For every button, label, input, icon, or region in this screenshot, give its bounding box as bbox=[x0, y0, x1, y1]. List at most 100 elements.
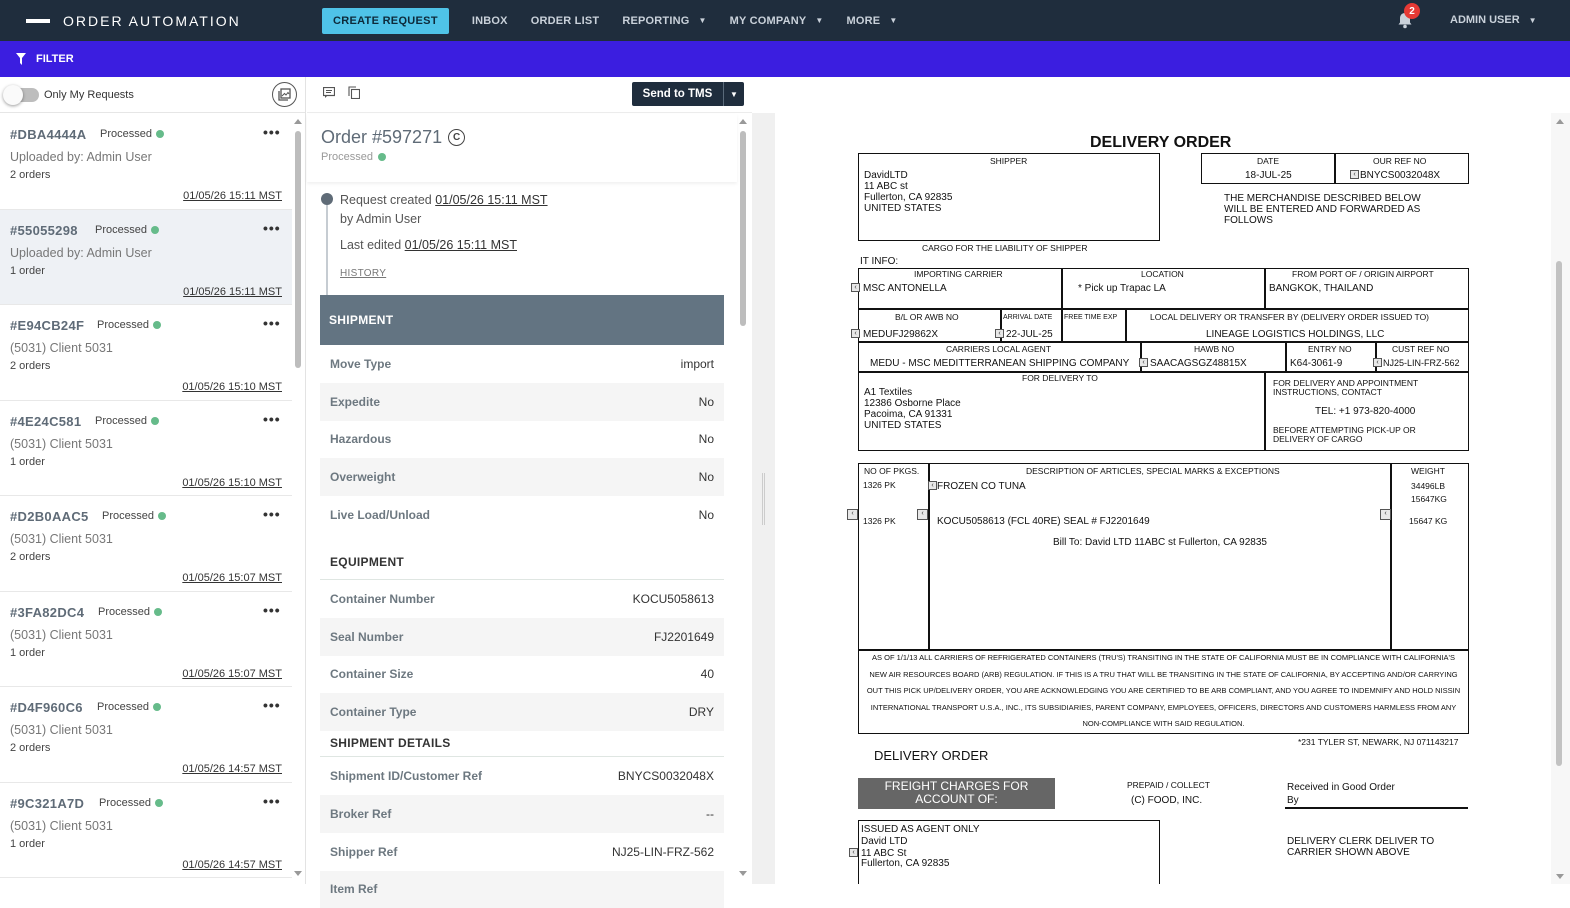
nav-my-company[interactable]: MY COMPANY ▼ bbox=[730, 15, 824, 27]
panel-splitter[interactable] bbox=[752, 113, 775, 884]
field-row[interactable]: Broker Ref -- bbox=[320, 794, 724, 833]
chevron-down-icon: ▼ bbox=[1528, 15, 1537, 25]
drag-handle-icon[interactable] bbox=[762, 473, 765, 525]
only-my-requests-toggle[interactable] bbox=[3, 84, 39, 105]
menu-icon[interactable] bbox=[26, 18, 50, 23]
scroll-down-icon[interactable] bbox=[294, 871, 302, 876]
more-options-icon[interactable]: ••• bbox=[263, 793, 281, 809]
filter-bar[interactable]: FILTER bbox=[0, 41, 1570, 77]
request-list-scrollbar[interactable] bbox=[294, 117, 302, 879]
timeline-line bbox=[326, 205, 328, 295]
request-date[interactable]: 01/05/26 15:10 MST bbox=[182, 477, 282, 489]
field-marker-icon[interactable]: ‹ bbox=[1139, 358, 1148, 367]
user-menu[interactable]: ADMIN USER ▼ bbox=[1450, 14, 1537, 26]
more-options-icon[interactable]: ••• bbox=[263, 124, 281, 140]
request-item[interactable]: #4E24C581 Processed ••• (5031) Client 50… bbox=[0, 401, 292, 496]
request-date[interactable]: 01/05/26 14:57 MST bbox=[182, 763, 282, 775]
field-row[interactable]: Live Load/Unload No bbox=[320, 496, 724, 534]
send-to-tms-button[interactable]: Send to TMS ▼ bbox=[632, 82, 744, 106]
gallery-view-button[interactable] bbox=[272, 82, 297, 107]
field-marker-icon[interactable]: ‹ bbox=[1380, 509, 1391, 520]
copy-icon[interactable] bbox=[348, 86, 360, 99]
request-item[interactable]: #3FA82DC4 Processed ••• (5031) Client 50… bbox=[0, 592, 292, 687]
request-status: Processed bbox=[102, 510, 166, 522]
request-item[interactable]: #E94CB24F Processed ••• (5031) Client 50… bbox=[0, 305, 292, 401]
request-date[interactable]: 01/05/26 15:11 MST bbox=[183, 286, 282, 298]
more-options-icon[interactable]: ••• bbox=[263, 315, 281, 331]
request-date[interactable]: 01/05/26 15:07 MST bbox=[182, 572, 282, 584]
field-marker-icon[interactable]: ‹ bbox=[847, 509, 858, 520]
request-item[interactable]: #D2B0AAC5 Processed ••• (5031) Client 50… bbox=[0, 496, 292, 592]
scrollbar-thumb[interactable] bbox=[295, 131, 301, 368]
divider bbox=[1061, 268, 1063, 308]
message-icon[interactable] bbox=[323, 87, 335, 98]
field-marker-icon[interactable]: ‹ bbox=[1350, 170, 1359, 179]
request-date[interactable]: 01/05/26 15:11 MST bbox=[183, 190, 282, 202]
field-marker-icon[interactable]: ‹ bbox=[928, 481, 937, 490]
field-marker-icon[interactable]: ‹ bbox=[849, 848, 858, 857]
order-status: Processed bbox=[321, 151, 386, 163]
more-options-icon[interactable]: ••• bbox=[263, 697, 281, 713]
request-status: Processed bbox=[97, 319, 161, 331]
copyright-icon[interactable]: C bbox=[448, 129, 466, 146]
field-marker-icon[interactable]: ‹ bbox=[1373, 358, 1382, 367]
field-row[interactable]: Move Type import bbox=[320, 345, 724, 383]
field-row[interactable]: Container Type DRY bbox=[320, 693, 724, 732]
document-viewer[interactable]: DELIVERY ORDER SHIPPER DavidLTD 11 ABC s… bbox=[775, 113, 1551, 884]
request-date[interactable]: 01/05/26 14:57 MST bbox=[182, 859, 282, 871]
request-item[interactable]: #D4F960C6 Processed ••• (5031) Client 50… bbox=[0, 687, 292, 783]
field-row[interactable]: Expedite No bbox=[320, 382, 724, 421]
nav-more-label: MORE bbox=[846, 14, 881, 27]
desc-line: FROZEN CO TUNA bbox=[937, 481, 1026, 492]
nav-inbox[interactable]: INBOX bbox=[472, 15, 508, 27]
request-date[interactable]: 01/05/26 15:07 MST bbox=[182, 668, 282, 680]
prepaid-label: PREPAID / COLLECT bbox=[1127, 780, 1210, 790]
request-item[interactable]: #9C321A7D Processed ••• (5031) Client 50… bbox=[0, 783, 292, 878]
more-options-icon[interactable]: ••• bbox=[263, 506, 281, 522]
request-item[interactable]: #DBA4444A Processed ••• Uploaded by: Adm… bbox=[0, 114, 292, 210]
field-row[interactable]: Container Size 40 bbox=[320, 656, 724, 694]
field-marker-icon[interactable]: ‹ bbox=[917, 509, 928, 520]
field-row[interactable]: Shipper Ref NJ25-LIN-FRZ-562 bbox=[320, 833, 724, 871]
field-marker-icon[interactable]: ‹ bbox=[995, 329, 1004, 338]
document-scrollbar[interactable] bbox=[1551, 113, 1570, 884]
scroll-up-icon[interactable] bbox=[739, 119, 747, 124]
by-text: By bbox=[1287, 795, 1299, 806]
nav-order-list[interactable]: ORDER LIST bbox=[531, 15, 600, 27]
scroll-down-icon[interactable] bbox=[739, 871, 747, 876]
history-link[interactable]: HISTORY bbox=[340, 268, 386, 279]
more-options-icon[interactable]: ••• bbox=[263, 220, 281, 236]
chevron-down-icon[interactable]: ▼ bbox=[724, 90, 744, 99]
edited-date-link[interactable]: 01/05/26 15:11 MST bbox=[405, 238, 517, 252]
field-marker-icon[interactable]: ‹ bbox=[851, 329, 860, 338]
field-row[interactable]: Item Ref bbox=[320, 870, 724, 908]
more-options-icon[interactable]: ••• bbox=[263, 411, 281, 427]
more-options-icon[interactable]: ••• bbox=[263, 602, 281, 618]
created-date-link[interactable]: 01/05/26 15:11 MST bbox=[435, 193, 547, 207]
divider bbox=[858, 341, 1469, 343]
request-order-count: 2 orders bbox=[10, 169, 51, 181]
create-request-button[interactable]: CREATE REQUEST bbox=[322, 7, 449, 34]
scroll-up-icon[interactable] bbox=[294, 119, 302, 124]
scrollbar-thumb[interactable] bbox=[740, 131, 746, 326]
brand[interactable]: ORDER AUTOMATION bbox=[26, 13, 316, 29]
field-row[interactable]: Overweight No bbox=[320, 458, 724, 497]
request-date[interactable]: 01/05/26 15:10 MST bbox=[182, 381, 282, 393]
notification-badge[interactable]: 2 bbox=[1404, 3, 1420, 19]
field-row[interactable]: Container Number KOCU5058613 bbox=[320, 580, 724, 618]
request-item[interactable]: #55055298 Processed ••• Uploaded by: Adm… bbox=[0, 209, 292, 305]
nav-reporting[interactable]: REPORTING ▼ bbox=[622, 15, 706, 27]
scroll-down-icon[interactable] bbox=[1556, 874, 1564, 879]
field-marker-icon[interactable]: ‹ bbox=[851, 283, 860, 292]
order-detail-scrollbar[interactable] bbox=[738, 117, 748, 879]
order-title: Order #597271 C bbox=[321, 127, 466, 148]
scrollbar-thumb[interactable] bbox=[1556, 261, 1562, 766]
nav-more[interactable]: MORE ▼ bbox=[847, 15, 898, 27]
field-row[interactable]: Shipment ID/Customer Ref BNYCS0032048X bbox=[320, 757, 724, 795]
field-row[interactable]: Seal Number FJ2201649 bbox=[320, 617, 724, 656]
field-row[interactable]: Hazardous No bbox=[320, 421, 724, 459]
shipment-section-header[interactable]: SHIPMENT bbox=[320, 295, 724, 345]
scroll-up-icon[interactable] bbox=[1556, 119, 1564, 124]
local-delivery-label: LOCAL DELIVERY OR TRANSFER BY (DELIVERY … bbox=[1150, 312, 1430, 322]
pkgs-value: 1326 PK bbox=[863, 516, 896, 526]
